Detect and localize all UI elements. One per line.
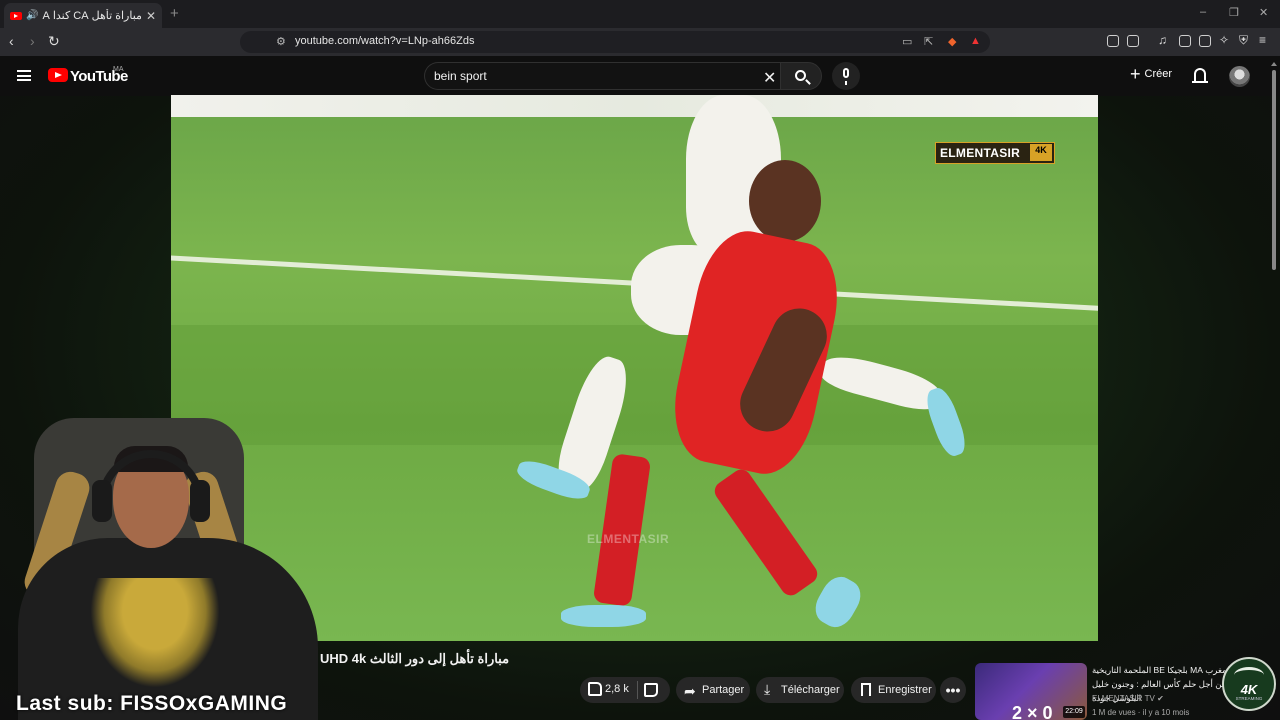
share-label: Partager [702, 684, 745, 696]
center-watermark: ELMENTASIR [587, 532, 670, 546]
cast-icon[interactable]: ▭ [902, 35, 912, 48]
url-text[interactable]: youtube.com/watch?v=LNp-ah66Zds [295, 35, 474, 47]
search-button[interactable] [780, 62, 822, 90]
microphone-icon [843, 68, 849, 85]
badge-subtext: STREAMING [1235, 696, 1263, 701]
vpn-icon[interactable]: ⛨ [1239, 33, 1248, 48]
page-scrollbar[interactable] [1270, 62, 1278, 720]
close-window-button[interactable]: ✕ [1259, 6, 1268, 19]
red-player-sock [710, 465, 822, 600]
address-bar[interactable]: ⚙ youtube.com/watch?v=LNp-ah66Zds ▭ ⇱ ◆ … [240, 31, 990, 53]
forward-icon[interactable]: › [30, 33, 35, 49]
youtube-favicon-icon [10, 11, 22, 20]
brave-shields-icon[interactable]: ◆ [948, 35, 956, 48]
reload-icon[interactable]: ↻ [48, 33, 60, 50]
brave-rewards-icon[interactable]: ▲ [970, 35, 981, 47]
stadium-stands [171, 95, 1098, 117]
youtube-logo-icon[interactable] [48, 68, 68, 82]
share-icon: ➦ [684, 683, 696, 699]
recommended-channel[interactable]: ELMENTASIR TV ✔ [1092, 694, 1164, 703]
create-label: Créer [1144, 68, 1173, 80]
verified-icon: ✔ [1157, 694, 1164, 703]
recommended-meta: 1 M de vues · il y a 10 mois [1092, 708, 1190, 717]
speaker-icon[interactable]: 🔊 [26, 10, 38, 21]
minimize-button[interactable]: – [1200, 6, 1206, 18]
voice-search-button[interactable] [832, 62, 860, 90]
like-icon[interactable] [588, 682, 602, 696]
tab-title: مباراة تأهل CA كندا MA المغرب [42, 10, 142, 22]
streamer-webcam [0, 410, 320, 720]
thumbnail-score: 2 × 0 [1012, 703, 1053, 720]
red-player-sock [592, 453, 652, 607]
headset-earcup [92, 480, 112, 522]
account-avatar[interactable] [1229, 66, 1250, 87]
red-player-boot [561, 605, 646, 627]
eagle-wing-icon [1234, 667, 1264, 683]
watermark-4k-badge: 4K [1030, 144, 1052, 161]
back-icon[interactable]: ‹ [9, 33, 14, 49]
browser-tab-strip: 🔊 مباراة تأهل CA كندا MA المغرب ✕ + – ❐ … [0, 0, 1280, 28]
tab-close-icon[interactable]: ✕ [146, 9, 156, 23]
share-page-icon[interactable]: ⇱ [924, 35, 933, 48]
screenshot-icon[interactable] [1127, 35, 1139, 47]
leo-ai-icon[interactable]: ✧ [1219, 33, 1229, 47]
badge-text: 4K [1240, 682, 1258, 697]
search-input[interactable]: bein sport [434, 69, 487, 83]
menu-icon[interactable]: ≡ [1259, 33, 1266, 47]
save-button[interactable]: Enregistrer [851, 677, 936, 703]
dislike-icon[interactable] [644, 683, 658, 697]
video-duration: 22:09 [1063, 706, 1085, 718]
download-icon: ⤓ [764, 681, 771, 697]
headset-earcup [190, 480, 210, 522]
scroll-up-arrow-icon[interactable] [1271, 62, 1277, 66]
search-box[interactable]: bein sport ✕ [424, 62, 780, 90]
media-icon[interactable]: ♫ [1158, 33, 1167, 47]
last-subscriber-overlay: Last sub: FISSOxGAMING [16, 692, 288, 715]
browser-toolbar: ‹ › ↻ ⛉ ⚙ youtube.com/watch?v=LNp-ah66Zd… [0, 28, 1280, 56]
hoodie-print [90, 578, 220, 688]
site-info-icon[interactable]: ⚙ [276, 35, 286, 48]
like-count[interactable]: 2,8 k [605, 683, 629, 695]
clear-search-icon[interactable]: ✕ [763, 68, 776, 88]
red-player-boot [809, 570, 867, 634]
youtube-header: YouTube MA bein sport ✕ + Créer [0, 56, 1280, 96]
divider [637, 681, 638, 699]
save-label: Enregistrer [878, 684, 932, 696]
create-button[interactable]: + Créer [1130, 64, 1173, 84]
scroll-thumb[interactable] [1272, 70, 1276, 270]
playlist-save-icon [861, 683, 871, 696]
download-label: Télécharger [781, 684, 840, 696]
stream-logo-badge: 4K STREAMING [1222, 657, 1276, 711]
new-tab-button[interactable]: + [170, 5, 179, 22]
download-button[interactable]: ⤓ Télécharger [756, 677, 844, 703]
notifications-bell-icon[interactable] [1192, 68, 1208, 83]
wallet-icon[interactable] [1199, 35, 1211, 47]
plus-icon: + [1130, 64, 1141, 84]
search-icon [795, 70, 806, 81]
more-icon: ••• [945, 682, 961, 698]
maximize-button[interactable]: ❐ [1229, 6, 1239, 19]
country-code: MA [113, 66, 124, 73]
share-button[interactable]: ➦ Partager [676, 677, 750, 703]
video-title: مباراة تأهل إلى دور الثالث UHD 4k [320, 651, 510, 666]
recommended-thumbnail[interactable]: 2 × 0 22:09 [975, 663, 1087, 720]
like-dislike-group: 2,8 k [580, 677, 670, 703]
watermark-text: ELMENTASIR [940, 146, 1021, 160]
sidebar-icon[interactable] [1179, 35, 1191, 47]
browser-tab[interactable]: 🔊 مباراة تأهل CA كندا MA المغرب ✕ [4, 3, 162, 28]
channel-watermark: ELMENTASIR 4K [935, 142, 1055, 164]
extensions-puzzle-icon[interactable] [1107, 35, 1119, 47]
red-player-head [749, 160, 821, 242]
hamburger-menu-icon[interactable] [17, 70, 31, 81]
channel-name: ELMENTASIR TV [1092, 694, 1155, 703]
more-actions-button[interactable]: ••• [940, 677, 966, 703]
